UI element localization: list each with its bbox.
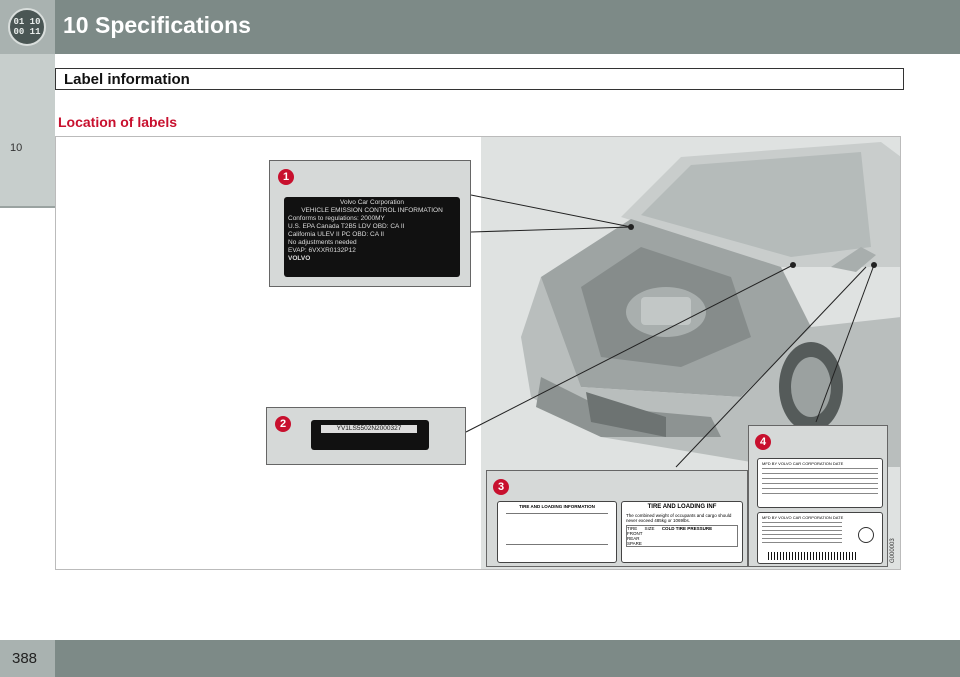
tire-label-left: TIRE AND LOADING INFORMATION: [497, 501, 617, 563]
label-location-figure: 1 Volvo Car Corporation VEHICLE EMISSION…: [55, 136, 901, 570]
tire-label-right: TIRE AND LOADING INF The combined weight…: [621, 501, 743, 563]
footer-bar: [0, 640, 960, 677]
chapter-badge-icon: 01 10 00 11: [8, 8, 46, 46]
chapter-sidebar: [0, 54, 55, 206]
tire-col-size: SIZE: [644, 526, 655, 531]
emission-line-7: EVAP: 6VXXR0132P12: [288, 247, 356, 254]
emission-line-3: Conforms to regulations: 2000MY: [288, 215, 385, 222]
emission-line-6: No adjustments needed: [288, 239, 357, 246]
cert-bottom-text: MFD BY VOLVO CAR CORPORATION DATE: [762, 515, 844, 520]
tire-col-pressure: COLD TIRE PRESSURE: [661, 526, 713, 531]
emission-line-8: VOLVO: [288, 255, 311, 262]
tire-right-title: TIRE AND LOADING INF: [647, 504, 717, 510]
seal-icon: [858, 527, 874, 543]
label-panel-1: 1 Volvo Car Corporation VEHICLE EMISSION…: [269, 160, 471, 287]
callout-2: 2: [275, 416, 291, 432]
badge-line-2: 00 11: [13, 27, 41, 37]
cert-top-text: MFD BY VOLVO CAR CORPORATION DATE: [762, 461, 844, 466]
tire-left-table: [506, 513, 608, 545]
section-title: Label information: [64, 71, 190, 88]
page-number: 388: [12, 650, 38, 667]
tire-left-title: TIRE AND LOADING INFORMATION: [519, 504, 595, 509]
section-header: Label information: [55, 68, 904, 90]
label-panel-3: 3 TIRE AND LOADING INFORMATION TIRE AND …: [486, 470, 748, 567]
certification-label-bottom: MFD BY VOLVO CAR CORPORATION DATE: [757, 512, 883, 564]
callout-1: 1: [278, 169, 294, 185]
tire-right-note: The combined weight of occupants and car…: [626, 513, 732, 523]
sidebar-chapter-number: 10: [10, 142, 23, 154]
emission-line-1: Volvo Car Corporation: [340, 199, 404, 206]
tire-row-spare: SPARE: [627, 541, 642, 546]
emission-line-2: VEHICLE EMISSION CONTROL INFORMATION: [301, 207, 443, 214]
label-panel-2: 2 YV1LS5502N2000327: [266, 407, 466, 465]
callout-4: 4: [755, 434, 771, 450]
emission-label: Volvo Car Corporation VEHICLE EMISSION C…: [284, 197, 460, 277]
badge-line-1: 01 10: [13, 17, 41, 27]
certification-label-top: MFD BY VOLVO CAR CORPORATION DATE: [757, 458, 883, 508]
tire-right-table: TIRE SIZE COLD TIRE PRESSURE FRONT REAR …: [626, 525, 738, 547]
emission-line-4: U.S. EPA Canada T2B5 LDV OBD: CA II: [288, 223, 405, 230]
barcode-icon: [768, 552, 858, 560]
vin-text: YV1LS5502N2000327: [321, 425, 417, 433]
chapter-title: 10 Specifications: [63, 12, 251, 38]
cert-bottom-lines: [762, 522, 842, 544]
sub-heading: Location of labels: [58, 114, 178, 130]
sidebar-divider: [0, 206, 55, 208]
emission-line-5: California ULEV II PC OBD: CA II: [288, 231, 385, 238]
label-panel-4: 4 MFD BY VOLVO CAR CORPORATION DATE MFD …: [748, 425, 888, 567]
cert-top-lines: [762, 468, 878, 496]
vin-label: YV1LS5502N2000327: [311, 420, 429, 450]
figure-code: G000003: [890, 538, 896, 563]
callout-3: 3: [493, 479, 509, 495]
